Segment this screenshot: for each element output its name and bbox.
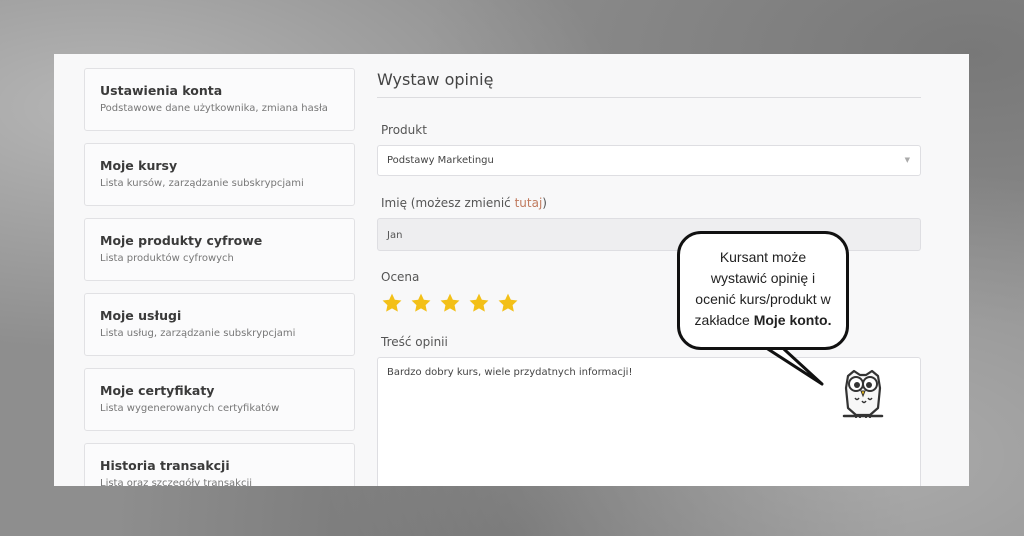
- sidebar-item-title: Moje kursy: [100, 158, 178, 173]
- owl-icon: [842, 369, 884, 418]
- sidebar-item-account-settings[interactable]: Ustawienia konta Podstawowe dane użytkow…: [84, 68, 355, 131]
- sidebar-item-description: Lista wygenerowanych certyfikatów: [100, 403, 280, 414]
- review-content-value: Bardzo dobry kurs, wiele przydatnych inf…: [387, 367, 633, 378]
- sidebar-item-title: Moje certyfikaty: [100, 383, 215, 398]
- star-icon[interactable]: [381, 292, 403, 314]
- callout-line: zakładce Moje konto.: [680, 310, 846, 331]
- page-title: Wystaw opinię: [377, 68, 921, 98]
- star-icon[interactable]: [468, 292, 490, 314]
- star-icon[interactable]: [410, 292, 432, 314]
- name-label-text: Imię (możesz zmienić: [381, 196, 515, 210]
- sidebar-item-description: Lista kursów, zarządzanie subskrypcjami: [100, 178, 304, 189]
- sidebar-item-certificates[interactable]: Moje certyfikaty Lista wygenerowanych ce…: [84, 368, 355, 431]
- star-icon[interactable]: [497, 292, 519, 314]
- sidebar-item-description: Podstawowe dane użytkownika, zmiana hasł…: [100, 103, 328, 114]
- sidebar-item-title: Moje usługi: [100, 308, 182, 323]
- product-select-value: Podstawy Marketingu: [387, 155, 494, 166]
- change-name-link[interactable]: tutaj: [515, 196, 543, 210]
- sidebar-item-transaction-history[interactable]: Historia transakcji Lista oraz szczegóły…: [84, 443, 355, 486]
- name-label-end: ): [542, 196, 547, 210]
- speech-bubble: Kursant może wystawić opinię i ocenić ku…: [677, 231, 849, 350]
- sidebar-item-digital-products[interactable]: Moje produkty cyfrowe Lista produktów cy…: [84, 218, 355, 281]
- account-sidebar: Ustawienia konta Podstawowe dane użytkow…: [84, 68, 355, 486]
- callout-line: ocenić kurs/produkt w: [695, 291, 831, 307]
- callout-text: zakładce: [694, 312, 754, 328]
- sidebar-item-my-courses[interactable]: Moje kursy Lista kursów, zarządzanie sub…: [84, 143, 355, 206]
- sidebar-item-title: Historia transakcji: [100, 458, 230, 473]
- callout-bold-text: Moje konto.: [753, 312, 832, 328]
- sidebar-item-title: Ustawienia konta: [100, 83, 223, 98]
- sidebar-item-description: Lista produktów cyfrowych: [100, 253, 234, 264]
- name-label: Imię (możesz zmienić tutaj): [381, 196, 921, 210]
- sidebar-item-description: Lista oraz szczegóły transakcji: [100, 478, 253, 486]
- star-icon[interactable]: [439, 292, 461, 314]
- callout-line: Kursant może: [719, 249, 807, 265]
- sidebar-item-description: Lista usług, zarządzanie subskrypcjami: [100, 328, 296, 339]
- name-field-value: Jan: [387, 230, 403, 241]
- sidebar-item-title: Moje produkty cyfrowe: [100, 233, 263, 248]
- callout-line: wystawić opinię i: [710, 270, 816, 286]
- product-label: Produkt: [381, 123, 427, 137]
- chevron-down-icon: ▼: [904, 156, 910, 164]
- sidebar-item-my-services[interactable]: Moje usługi Lista usług, zarządzanie sub…: [84, 293, 355, 356]
- product-select[interactable]: Podstawy Marketingu ▼: [377, 145, 921, 176]
